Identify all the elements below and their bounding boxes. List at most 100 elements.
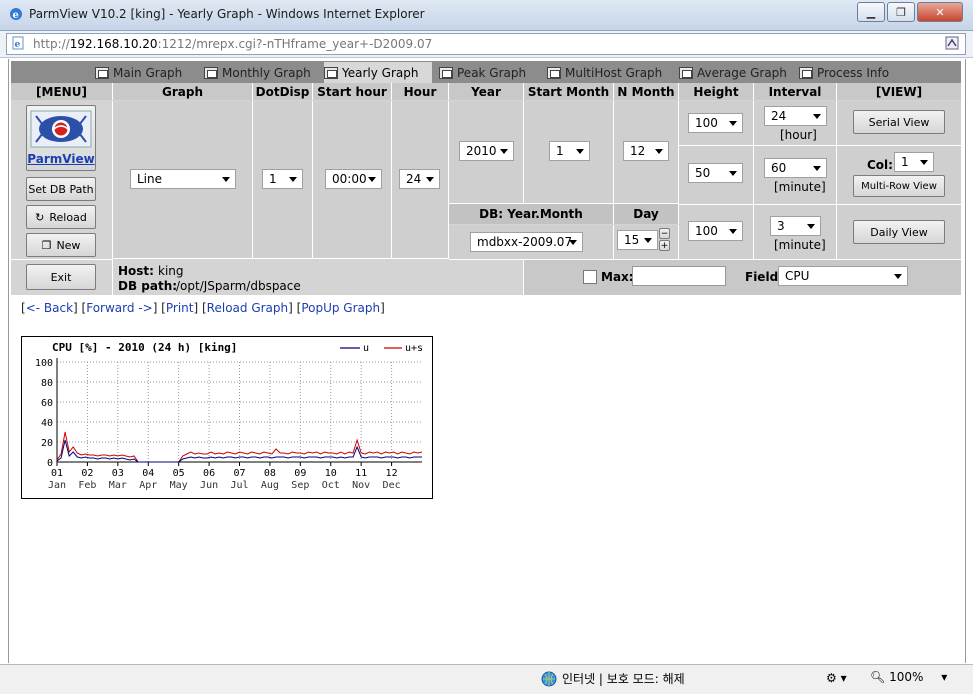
view-cell-2: Col: 1 Multi-Row View bbox=[837, 146, 961, 205]
zone-label: 인터넷 | 보호 모드: 해제 bbox=[562, 672, 685, 686]
view-cell-1: Serial View bbox=[837, 101, 961, 146]
height-cell-3: 100 bbox=[679, 205, 754, 260]
daily-view-button[interactable]: Daily View bbox=[853, 220, 945, 244]
height-cell-2: 50 bbox=[679, 146, 754, 205]
url-rest: :1212/mrepx.cgi?-nTHframe_year+-D2009.07 bbox=[157, 37, 433, 51]
tab-main-graph[interactable]: Main Graph bbox=[95, 62, 207, 83]
max-field-cell: Max: Field: CPU bbox=[524, 260, 961, 295]
url-field[interactable]: e http://192.168.10.20:1212/mrepx.cgi?-n… bbox=[6, 33, 966, 55]
n-month-select[interactable]: 12 bbox=[623, 141, 669, 161]
new-button[interactable]: ❐ New bbox=[26, 233, 96, 257]
exit-button[interactable]: Exit bbox=[26, 264, 96, 290]
day-select[interactable]: 15 bbox=[617, 230, 658, 250]
hour-select[interactable]: 24 bbox=[399, 169, 440, 189]
x-tick-month-label: Feb bbox=[78, 480, 96, 491]
start-month-value: 1 bbox=[556, 144, 564, 158]
start-month-select[interactable]: 1 bbox=[549, 141, 590, 161]
y-tick-label: 100 bbox=[35, 358, 53, 369]
interval-cell-2: 60 [minute] bbox=[754, 146, 837, 205]
field-select[interactable]: CPU bbox=[778, 266, 908, 286]
db-year-month-cell: mdbxx-2009.07 bbox=[449, 225, 614, 260]
header-graph: Graph bbox=[113, 83, 253, 100]
maximize-button[interactable]: ❐ bbox=[887, 2, 915, 22]
col-select[interactable]: 1 bbox=[894, 152, 934, 172]
header-day: Day bbox=[614, 204, 679, 224]
zoom-control[interactable]: 🔍︎ 100% ▾ bbox=[870, 670, 947, 684]
close-button[interactable]: ✕ bbox=[917, 2, 963, 22]
height-select-2[interactable]: 50 bbox=[688, 163, 743, 183]
tab-yearly-graph[interactable]: Yearly Graph bbox=[324, 62, 432, 83]
start-hour-select[interactable]: 00:00 bbox=[325, 169, 382, 189]
svg-text:e: e bbox=[13, 10, 19, 21]
zoom-icon: 🔍︎ bbox=[870, 670, 886, 684]
dropdown-arrow-icon bbox=[729, 171, 737, 176]
dropdown-arrow-icon bbox=[920, 160, 928, 165]
tab-peak-graph[interactable]: Peak Graph bbox=[439, 62, 539, 83]
compatibility-view-icon[interactable] bbox=[945, 36, 959, 50]
x-tick-month-label: Jul bbox=[230, 480, 248, 491]
interval-value-3: 3 bbox=[777, 219, 785, 233]
host-label: Host: bbox=[118, 264, 154, 278]
print-link[interactable]: Print bbox=[166, 301, 194, 315]
max-checkbox[interactable] bbox=[583, 270, 597, 284]
chevron-down-icon: ▾ bbox=[941, 670, 948, 684]
dropdown-arrow-icon bbox=[813, 114, 821, 119]
tab-process-info[interactable]: Process Info bbox=[799, 62, 909, 83]
window-icon bbox=[95, 66, 109, 79]
popup-graph-link[interactable]: PopUp Graph bbox=[301, 301, 380, 315]
svg-text:e: e bbox=[15, 40, 21, 50]
height-select-3[interactable]: 100 bbox=[688, 221, 743, 241]
height-value-2: 50 bbox=[695, 166, 711, 180]
x-tick-label: 04 bbox=[142, 468, 154, 479]
back-link[interactable]: <- Back bbox=[26, 301, 73, 315]
header-interval: Interval bbox=[754, 83, 837, 100]
y-tick-label: 80 bbox=[41, 378, 53, 389]
header-dotdisp: DotDisp bbox=[253, 83, 313, 100]
x-tick-label: 01 bbox=[51, 468, 63, 479]
header-start-month: Start Month bbox=[524, 83, 614, 100]
start-month-cell: 1 bbox=[524, 101, 614, 204]
db-year-month-select[interactable]: mdbxx-2009.07 bbox=[470, 232, 583, 252]
dropdown-arrow-icon bbox=[729, 229, 737, 234]
col-value: 1 bbox=[901, 155, 909, 169]
year-select[interactable]: 2010 bbox=[459, 141, 514, 161]
multi-row-view-button[interactable]: Multi-Row View bbox=[853, 175, 945, 197]
parmview-logo-button[interactable]: ParmView bbox=[26, 105, 96, 171]
security-zone[interactable]: 인터넷 | 보호 모드: 해제 bbox=[541, 670, 685, 687]
tab-multihost-graph[interactable]: MultiHost Graph bbox=[547, 62, 673, 83]
set-db-path-button[interactable]: Set DB Path bbox=[26, 177, 96, 201]
max-input[interactable] bbox=[632, 266, 726, 286]
x-tick-month-label: Oct bbox=[322, 480, 340, 491]
interval-unit-3: [minute] bbox=[774, 238, 826, 252]
reload-graph-link[interactable]: Reload Graph bbox=[207, 301, 288, 315]
dotdisp-select[interactable]: 1 bbox=[262, 169, 303, 189]
field-value: CPU bbox=[785, 269, 810, 283]
tab-monthly-graph[interactable]: Monthly Graph bbox=[204, 62, 319, 83]
x-tick-month-label: Nov bbox=[352, 480, 370, 491]
interval-select-1[interactable]: 24 bbox=[764, 106, 827, 126]
interval-select-2[interactable]: 60 bbox=[764, 158, 827, 178]
header-db-year-month: DB: Year.Month bbox=[449, 204, 614, 224]
day-minus-button[interactable]: − bbox=[659, 228, 670, 239]
x-tick-label: 09 bbox=[294, 468, 306, 479]
window-controls: ▁ ❐ ✕ bbox=[855, 2, 963, 22]
height-select-1[interactable]: 100 bbox=[688, 113, 743, 133]
header-height: Height bbox=[679, 83, 754, 100]
x-tick-label: 07 bbox=[233, 468, 245, 479]
dropdown-arrow-icon bbox=[576, 149, 584, 154]
serial-view-button[interactable]: Serial View bbox=[853, 110, 945, 134]
max-label: Max: bbox=[601, 270, 634, 284]
title-bar: e ParmView V10.2 [king] - Yearly Graph -… bbox=[0, 0, 973, 31]
day-plus-button[interactable]: + bbox=[659, 240, 670, 251]
interval-value-1: 24 bbox=[771, 109, 787, 123]
minimize-button[interactable]: ▁ bbox=[857, 2, 885, 22]
db-path-value: /opt/JSparm/dbspace bbox=[176, 279, 301, 293]
host-value: king bbox=[158, 264, 184, 278]
interval-select-3[interactable]: 3 bbox=[770, 216, 821, 236]
reload-button[interactable]: ↻ Reload bbox=[26, 205, 96, 229]
forward-link[interactable]: Forward -> bbox=[86, 301, 152, 315]
tab-average-graph[interactable]: Average Graph bbox=[679, 62, 789, 83]
header-hour: Hour bbox=[392, 83, 449, 100]
security-settings-icon[interactable]: ⚙ ▾ bbox=[826, 671, 847, 685]
graph-type-select[interactable]: Line bbox=[130, 169, 236, 189]
